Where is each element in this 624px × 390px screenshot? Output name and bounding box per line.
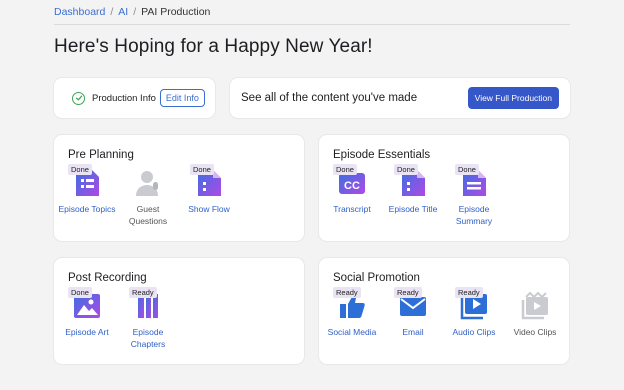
tile-transcript[interactable]: Done CC Transcript <box>323 164 381 215</box>
production-info-card: Production Info Edit Info <box>54 78 215 118</box>
tile-label: Episode Title <box>388 204 438 214</box>
tile-label: Episode Chapters <box>130 327 166 349</box>
tile-audio-clips[interactable]: Ready Audio Clips <box>445 287 503 338</box>
pre-planning-card: Pre Planning Done Episode Topics Guest Q… <box>54 135 304 241</box>
check-circle-icon <box>72 91 85 105</box>
tile-episode-title[interactable]: Done Episode Title <box>384 164 442 215</box>
status-badge: Done <box>333 164 357 175</box>
status-badge: Done <box>68 164 92 175</box>
section-title: Episode Essentials <box>333 149 431 161</box>
content-summary-card: See all of the content you've made View … <box>230 78 570 118</box>
status-badge: Ready <box>129 287 157 298</box>
tile-show-flow[interactable]: Done Show Flow <box>180 164 238 215</box>
tile-label: Episode Art <box>65 327 109 337</box>
section-title: Post Recording <box>68 272 147 284</box>
tile-episode-art[interactable]: Done Episode Art <box>58 287 116 338</box>
tile-episode-chapters[interactable]: Ready Episode Chapters <box>119 287 177 350</box>
tile-email[interactable]: Ready Email <box>384 287 442 338</box>
tile-label: Video Clips <box>513 327 557 337</box>
tile-episode-summary[interactable]: Done Episode Summary <box>445 164 503 227</box>
edit-info-button[interactable]: Edit Info <box>159 89 205 107</box>
content-summary-text: See all of the content you've made <box>241 92 418 104</box>
tile-label: Guest Questions <box>128 204 168 226</box>
tile-episode-topics[interactable]: Done Episode Topics <box>58 164 116 215</box>
tile-guest-questions[interactable]: Guest Questions <box>119 168 177 227</box>
section-title: Pre Planning <box>68 149 134 161</box>
status-badge: Done <box>394 164 418 175</box>
mic-user-icon <box>136 171 158 196</box>
production-info-label: Production Info <box>92 92 156 104</box>
tile-label: Audio Clips <box>452 327 496 337</box>
header-divider <box>54 24 570 25</box>
breadcrumb-dashboard[interactable]: Dashboard <box>54 6 105 18</box>
breadcrumb: Dashboard / AI / PAI Production <box>54 6 210 18</box>
svg-text:CC: CC <box>344 180 360 192</box>
tile-label: Episode Topics <box>58 204 116 214</box>
tile-social-media[interactable]: Ready Social Media <box>323 287 381 338</box>
page-title: Here's Hoping for a Happy New Year! <box>54 36 373 57</box>
status-badge: Done <box>190 164 214 175</box>
tile-video-clips[interactable]: Video Clips <box>506 291 564 338</box>
tile-label: Show Flow <box>188 204 230 214</box>
status-badge: Ready <box>394 287 422 298</box>
breadcrumb-ai[interactable]: AI <box>118 6 128 18</box>
status-badge: Done <box>68 287 92 298</box>
breadcrumb-separator: / <box>110 6 114 18</box>
status-badge: Ready <box>333 287 361 298</box>
video-clip-icon <box>521 291 548 320</box>
breadcrumb-current: PAI Production <box>141 6 211 18</box>
section-title: Social Promotion <box>333 272 420 284</box>
breadcrumb-separator: / <box>133 6 137 18</box>
status-badge: Ready <box>455 287 483 298</box>
social-promotion-card: Social Promotion Ready Social Media Read… <box>319 258 569 364</box>
post-recording-card: Post Recording Done Episode Art Ready Ep… <box>54 258 304 364</box>
status-badge: Done <box>455 164 479 175</box>
view-full-production-button[interactable]: View Full Production <box>467 87 559 109</box>
tile-label: Social Media <box>327 327 377 337</box>
tile-label: Transcript <box>333 204 371 214</box>
episode-essentials-card: Episode Essentials Done CC Transcript Do… <box>319 135 569 241</box>
tile-label: Email <box>402 327 424 337</box>
tile-label: Episode Summary <box>455 204 493 226</box>
